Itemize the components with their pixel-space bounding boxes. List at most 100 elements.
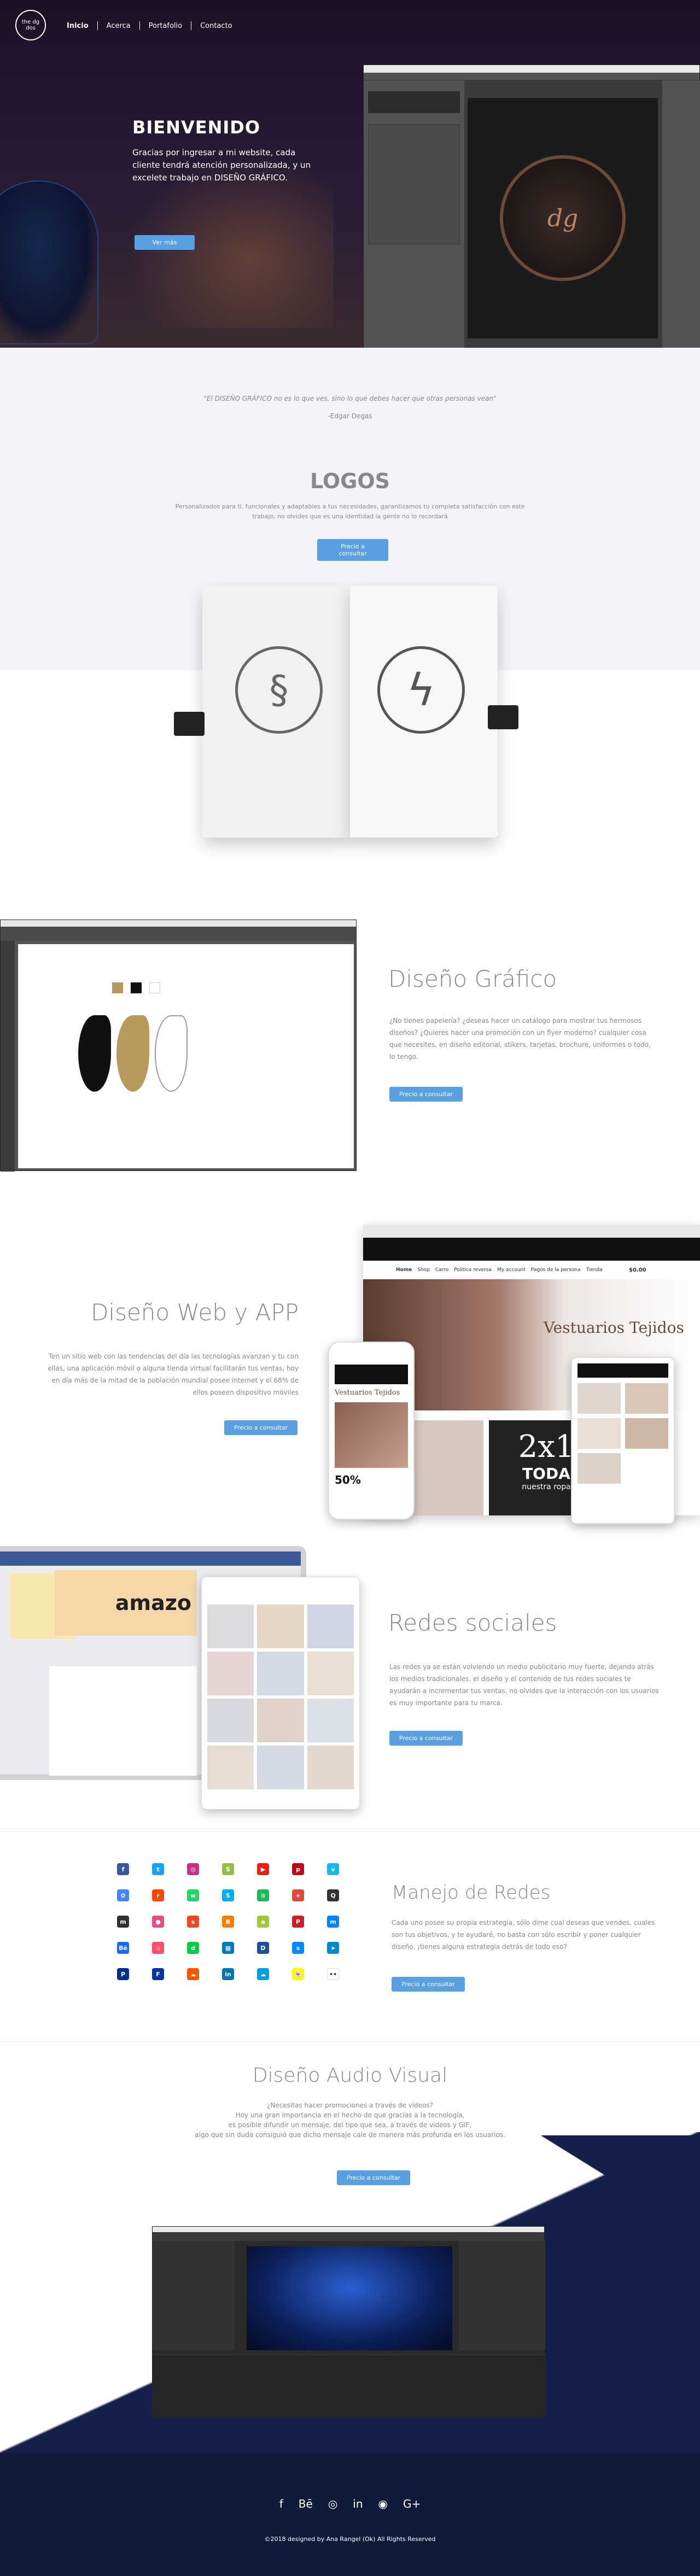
audio-line-1: ¿Necesitas hacer promociones a través de… — [266, 2101, 434, 2109]
instagram-icon[interactable]: ◎ — [328, 2497, 337, 2510]
audio-text: ¿Necesitas hacer promociones a través de… — [131, 2100, 569, 2140]
nav-inicio[interactable]: Inicio — [67, 22, 89, 30]
after-effects-screenshot — [152, 2226, 545, 2417]
tinder-icon[interactable]: ♨ — [152, 1942, 164, 1954]
quote-text: "El DISEÑO GRÁFICO no es lo que ves, sin… — [203, 395, 497, 402]
hero-text: Gracias por ingresar a mi website, cada … — [132, 148, 311, 183]
tablet-mockup — [571, 1357, 675, 1524]
logos-text: Personalizados para ti, funcionales y ad… — [175, 503, 525, 520]
digg-icon[interactable]: D — [257, 1942, 269, 1954]
android-icon[interactable]: a — [257, 1916, 269, 1928]
trello-icon[interactable]: ▦ — [222, 1942, 234, 1954]
paypal-icon[interactable]: P — [117, 1968, 129, 1980]
web-price-button[interactable]: Precio a consultar — [224, 1420, 298, 1435]
pinterest-icon-2[interactable]: P — [292, 1916, 304, 1928]
shop-menu-carro[interactable]: Carro — [435, 1267, 448, 1273]
video-preview — [247, 2246, 452, 2350]
deviantart-icon[interactable]: d — [187, 1942, 199, 1954]
youtube-icon[interactable]: ▶ — [257, 1863, 269, 1875]
reddit-icon[interactable]: r — [152, 1889, 164, 1901]
audio-price-button[interactable]: Precio a consultar — [337, 2170, 410, 2185]
dribbble-icon[interactable]: ● — [152, 1916, 164, 1928]
footer: f Bē ◎ in ◉ G+ ©2018 designed by Ana Rangel (… — [0, 2454, 700, 2576]
audio-title: Diseño Audio Visual — [252, 2064, 448, 2087]
flickr-icon[interactable]: •• — [327, 1968, 339, 1980]
behance-icon[interactable]: Bē — [299, 2497, 313, 2510]
twitter-icon[interactable]: t — [152, 1863, 164, 1875]
behance-icon[interactable]: Bē — [117, 1942, 129, 1954]
messenger-icon[interactable]: m — [327, 1916, 339, 1928]
redes-text: Las redes ya se están volviendo un medio… — [389, 1663, 659, 1707]
bird-logo-black — [78, 1015, 111, 1092]
hero-section: the dg dos Inicio Acerca Portafolio Contact… — [0, 0, 700, 348]
site-logo[interactable]: the dg dos — [15, 10, 46, 40]
google-plus-icon[interactable]: + — [292, 1889, 304, 1901]
bird-logo-outline — [155, 1015, 188, 1092]
audio-line-4: algo que sin duda consiguió que dicho me… — [195, 2131, 505, 2139]
nav-portafolio[interactable]: Portafolio — [149, 22, 182, 30]
skype-icon[interactable]: S — [222, 1889, 234, 1901]
sale-badge: 50% — [335, 1473, 361, 1486]
amazon-banner: amazo — [55, 1570, 197, 1636]
facebook-icon[interactable]: f — [117, 1863, 129, 1875]
dna-logo-sketch: § — [235, 646, 323, 734]
phone-mockup: Vestuarios Tejidos 50% — [328, 1342, 415, 1520]
copyright-text: ©2018 designed by Ana Rangel (Ok) All Ri… — [264, 2536, 436, 2543]
web-title: Diseño Web y APP — [91, 1299, 299, 1326]
shop-cart-price: $0.00 — [629, 1267, 646, 1273]
notebook-illustration: § ϟ — [174, 586, 518, 843]
bird-logo-gold — [116, 1015, 149, 1092]
nav-contacto[interactable]: Contacto — [200, 22, 232, 30]
audio-line-2: Hoy una gran importancia en el hecho de … — [235, 2111, 465, 2119]
shop-menu-politica[interactable]: Politica reversa — [454, 1267, 492, 1273]
pinterest-icon[interactable]: p — [292, 1863, 304, 1875]
ver-mas-button[interactable]: Ver más — [135, 235, 195, 250]
manejo-text: Cada uno posee su propia estrategia, sól… — [392, 1919, 655, 1951]
google-photos-icon[interactable]: ✿ — [117, 1889, 129, 1901]
telegram-icon[interactable]: ➤ — [327, 1942, 339, 1954]
lightning-logo-sketch: ϟ — [377, 646, 465, 734]
photoshop-screenshot: dg — [363, 65, 700, 348]
shop-menu-home[interactable]: Home — [396, 1267, 412, 1273]
quora-icon[interactable]: Q — [327, 1889, 339, 1901]
shop-menu-shop[interactable]: Shop — [417, 1267, 430, 1273]
foursquare-icon[interactable]: F — [152, 1968, 164, 1980]
social-icon-grid: f t ◎ S ▶ p v ✿ r w S ≋ + Qm ● s Ba Pm Bē ♨ d ▦ Ds ➤ P F ☁ in ☁ 👻 •• — [117, 1863, 347, 1980]
redes-title: Redes sociales — [388, 1609, 557, 1636]
linkedin-icon[interactable]: in — [353, 2497, 363, 2510]
nav-acerca[interactable]: Acerca — [107, 22, 131, 30]
myspace-icon[interactable]: m — [117, 1916, 129, 1928]
blogger-icon[interactable]: B — [222, 1916, 234, 1928]
soundcloud-icon[interactable]: ☁ — [187, 1968, 199, 1980]
snapchat-icon[interactable]: 👻 — [292, 1968, 304, 1980]
facebook-icon[interactable]: f — [279, 2497, 283, 2510]
whatsapp-icon[interactable]: w — [187, 1889, 199, 1901]
manejo-price-button[interactable]: Precio a consultar — [392, 1977, 465, 1992]
logos-price-button[interactable]: Precio a consultar — [317, 539, 388, 561]
grafico-price-button[interactable]: Precio a consultar — [389, 1087, 463, 1102]
audio-line-3: es posible difundir un mensaje, del tipo… — [228, 2121, 472, 2129]
grafico-text: ¿No tienes papelería? ¿deseas hacer un c… — [389, 1017, 651, 1061]
linkedin-icon[interactable]: in — [222, 1968, 234, 1980]
github-icon[interactable]: ◉ — [378, 2497, 388, 2510]
shop-menu-tienda[interactable]: Tienda — [586, 1267, 602, 1273]
logos-title: LOGOS — [310, 469, 390, 493]
shazam-icon[interactable]: s — [292, 1942, 304, 1954]
binder-clip-left — [174, 712, 205, 736]
instagram-icon[interactable]: ◎ — [187, 1863, 199, 1875]
web-text: Ten un sitio web con las tendencias del … — [48, 1353, 299, 1396]
spotify-icon[interactable]: ≋ — [257, 1889, 269, 1901]
binder-clip-right — [488, 705, 518, 729]
shop-menu-account[interactable]: My account — [497, 1267, 526, 1273]
vimeo-icon[interactable]: v — [327, 1863, 339, 1875]
shop-banner-title: Vestuarios Tejidos — [544, 1319, 684, 1337]
shop-menu-pagos[interactable]: Pagos de la persona — [531, 1267, 581, 1273]
stumbleupon-icon[interactable]: s — [187, 1916, 199, 1928]
redes-price-button[interactable]: Precio a consultar — [389, 1731, 463, 1746]
google-plus-icon[interactable]: G+ — [403, 2497, 421, 2510]
main-nav: Inicio Acerca Portafolio Contacto — [67, 20, 232, 30]
navy-triangle-right — [541, 2135, 700, 2234]
shopify-icon[interactable]: S — [222, 1863, 234, 1875]
salesforce-icon[interactable]: ☁ — [257, 1968, 269, 1980]
phone-shop-title: Vestuarios Tejidos — [335, 1389, 400, 1397]
